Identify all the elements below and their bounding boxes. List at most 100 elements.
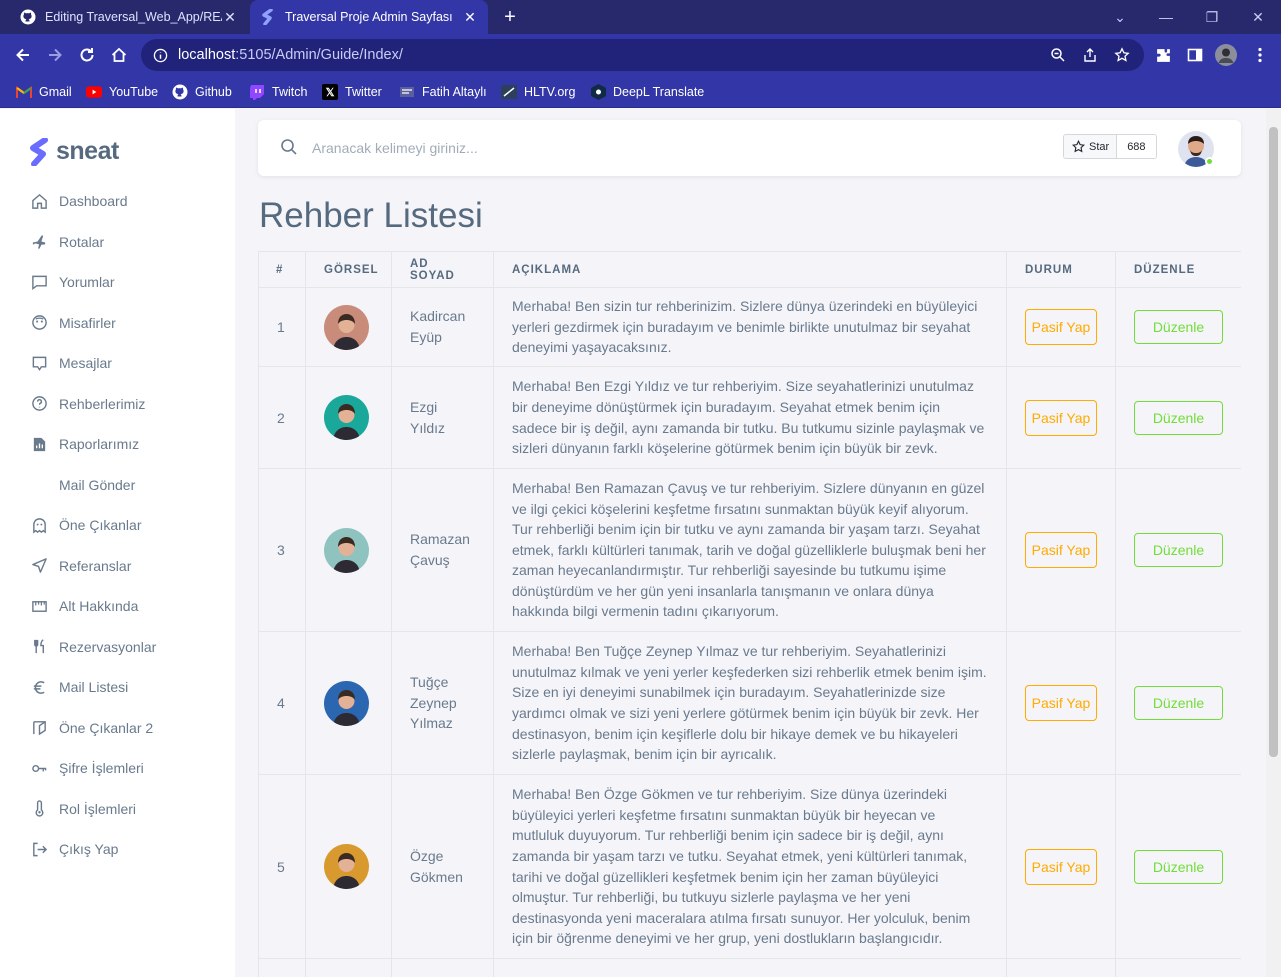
header-number: # (258, 251, 306, 288)
edit-button[interactable]: Düzenle (1134, 686, 1223, 720)
sidebar-item-şifre-i-şlemleri[interactable]: Şifre İşlemleri (30, 756, 144, 780)
tab-search-chevron-icon[interactable]: ⌄ (1097, 0, 1143, 34)
share-icon[interactable] (1080, 45, 1100, 65)
restore-icon[interactable]: ❐ (1189, 0, 1235, 34)
row-description (493, 958, 1007, 977)
sidebar-item-mesajlar[interactable]: Mesajlar (30, 351, 112, 375)
deactivate-button[interactable]: Pasif Yap (1025, 309, 1097, 345)
deactivate-button[interactable]: Pasif Yap (1025, 685, 1097, 721)
bookmark-twitch[interactable]: Twitch (249, 82, 307, 102)
bookmark-deepl[interactable]: DeepL Translate (590, 82, 704, 102)
sidebar-item-rehberlerimiz[interactable]: Rehberlerimiz (30, 392, 145, 416)
fork-knife-icon (30, 638, 48, 656)
row-number (258, 958, 306, 977)
row-image-cell (305, 366, 392, 469)
sidebar-item-rezervasyonlar[interactable]: Rezervasyonlar (30, 635, 156, 659)
deactivate-button[interactable]: Pasif Yap (1025, 532, 1097, 568)
sidebar-item-mail-listesi[interactable]: Mail Listesi (30, 675, 128, 699)
tab-close-icon[interactable]: ✕ (462, 9, 478, 26)
comment-icon (30, 273, 48, 291)
brand-logo[interactable]: sneat (28, 137, 119, 166)
table-row: 4 Tuğçe Zeynep Yılmaz Merhaba! Ben Tuğçe Z… (258, 631, 1241, 775)
star-count[interactable]: 688 (1117, 135, 1156, 158)
sidebar: sneat Dashboard Rotalar Yorumlar Misafirler… (0, 109, 235, 977)
row-edit-cell: Düzenle (1115, 287, 1241, 367)
reload-icon[interactable] (75, 43, 99, 67)
bookmark-youtube[interactable]: YouTube (86, 82, 158, 102)
sidebar-item-label: Öne Çıkanlar (59, 517, 142, 533)
browser-tab-github[interactable]: Editing Traversal_Web_App/READ ✕ (10, 0, 248, 34)
github-star-left[interactable]: Star (1064, 135, 1118, 158)
sidebar-item-dashboard[interactable]: Dashboard (30, 189, 128, 213)
scroll-thumb[interactable] (1269, 127, 1278, 757)
bookmark-github[interactable]: Github (172, 82, 232, 102)
sidebar-item-alt-hakkında[interactable]: Alt Hakkında (30, 594, 138, 618)
url-path: :5105/Admin/Guide/Index/ (235, 47, 403, 63)
back-icon[interactable] (11, 43, 35, 67)
bookmark-fatih-altayli[interactable]: Fatih Altaylı (399, 82, 487, 102)
forward-icon[interactable] (43, 43, 67, 67)
sidebar-item-öne-çıkanlar-2[interactable]: Öne Çıkanlar 2 (30, 716, 153, 740)
row-name: Özge Gökmen (391, 774, 494, 959)
sidebar-item-rol-i-şlemleri[interactable]: Rol İşlemleri (30, 797, 136, 821)
search-input[interactable] (312, 135, 712, 161)
bookmark-label: HLTV.org (524, 85, 576, 99)
header-status: DURUM (1006, 251, 1116, 288)
sidebar-item-rotalar[interactable]: Rotalar (30, 230, 104, 254)
github-icon (20, 9, 36, 25)
deactivate-button[interactable]: Pasif Yap (1025, 848, 1097, 885)
row-name: Ramazan Çavuş (391, 468, 494, 632)
bookmark-star-icon[interactable] (1112, 45, 1132, 65)
row-status-cell: Pasif Yap (1006, 774, 1116, 959)
chrome-menu-icon[interactable] (1248, 43, 1272, 67)
sidebar-item-mail-gönder[interactable]: Mail Gönder (30, 473, 135, 497)
sidebar-item-label: Misafirler (59, 314, 116, 331)
page-scrollbar[interactable] (1266, 109, 1281, 977)
sidebar-item-misafirler[interactable]: Misafirler (30, 311, 116, 335)
close-window-icon[interactable]: ✕ (1235, 0, 1281, 34)
new-tab-icon[interactable]: + (498, 5, 522, 29)
row-description: Merhaba! Ben Tuğçe Zeynep Yılmaz ve tur … (493, 631, 1007, 775)
row-name: Kadircan Eyüp (391, 287, 494, 367)
edit-button[interactable]: Düzenle (1134, 400, 1223, 435)
edit-button[interactable]: Düzenle (1134, 849, 1223, 884)
sidebar-item-referanslar[interactable]: Referanslar (30, 554, 131, 578)
sidebar-item-yorumlar[interactable]: Yorumlar (30, 270, 115, 294)
row-status-cell: Pasif Yap (1006, 631, 1116, 775)
guide-avatar (324, 395, 369, 440)
row-image-cell (305, 958, 392, 977)
browser-toolbar: localhost:5105/Admin/Guide/Index/ (0, 34, 1281, 76)
browser-tab-admin[interactable]: Traversal Proje Admin Sayfası ✕ (250, 0, 488, 34)
guest-icon (30, 314, 48, 332)
side-panel-icon[interactable] (1183, 43, 1207, 67)
plane-icon (30, 233, 48, 251)
bookmark-label: Gmail (39, 85, 72, 99)
tab-title: Editing Traversal_Web_App/READ (45, 10, 222, 24)
site-info-icon[interactable] (153, 48, 168, 63)
home-browser-icon[interactable] (107, 43, 131, 67)
bookmark-gmail[interactable]: Gmail (16, 82, 72, 102)
row-description: Merhaba! Ben sizin tur rehberinizim. Siz… (493, 287, 1007, 367)
edit-button[interactable]: Düzenle (1134, 533, 1223, 567)
zoom-icon[interactable] (1048, 45, 1068, 65)
bookmark-hltv[interactable]: HLTV.org (501, 82, 575, 102)
extensions-icon[interactable] (1151, 43, 1175, 67)
sidebar-item-öne-çıkanlar[interactable]: Öne Çıkanlar (30, 513, 141, 537)
sidebar-item-label: Referanslar (59, 557, 132, 574)
edit-button[interactable]: Düzenle (1134, 310, 1223, 344)
ghost-icon (30, 516, 48, 534)
bookmark-twitter[interactable]: 𝕏 Twitter (322, 82, 382, 102)
minimize-icon[interactable]: — (1143, 0, 1189, 34)
sidebar-item-çıkış-yap[interactable]: Çıkış Yap (30, 837, 118, 861)
deactivate-button[interactable]: Pasif Yap (1025, 399, 1097, 436)
github-star-button[interactable]: Star 688 (1063, 134, 1157, 159)
user-avatar[interactable] (1178, 131, 1214, 167)
tab-close-icon[interactable]: ✕ (222, 9, 238, 26)
profile-avatar[interactable] (1214, 43, 1238, 67)
row-description: Merhaba! Ben Ramazan Çavuş ve tur rehber… (493, 468, 1007, 632)
sidebar-item-raporlarımız[interactable]: Raporlarımız (30, 432, 139, 456)
address-bar[interactable]: localhost:5105/Admin/Guide/Index/ (141, 39, 1144, 71)
page-title: Rehber Listesi (259, 196, 483, 235)
brand-name: sneat (56, 137, 119, 165)
row-number: 1 (258, 287, 306, 367)
